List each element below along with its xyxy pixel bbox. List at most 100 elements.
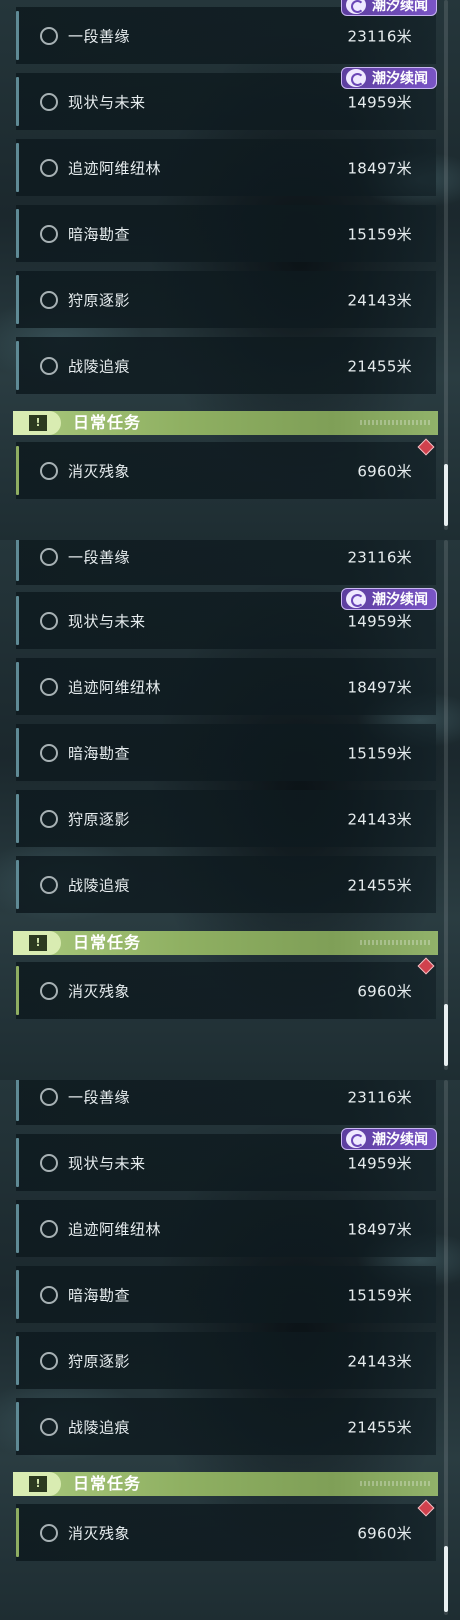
radio-icon[interactable]: [40, 547, 58, 566]
quest-name: 一段善缘: [68, 548, 131, 566]
quest-list-panel-1: 一段善缘 23116米 潮汐续闻 现状与未来 14959米 潮汐续闻 追迹阿维纽…: [0, 0, 460, 540]
quest-row-4[interactable]: 暗海勘查 15159米: [16, 205, 436, 262]
quest-name: 追迹阿维纽林: [68, 678, 162, 696]
section-title: 日常任务: [73, 413, 142, 432]
quest-row-3[interactable]: 追迹阿维纽林 18497米: [16, 658, 436, 715]
quest-distance: 18497米: [347, 159, 412, 177]
quest-distance: 21455米: [347, 1418, 412, 1436]
daily-quest-row[interactable]: 消灭残象 6960米: [16, 442, 436, 499]
quest-name: 追迹阿维纽林: [68, 1220, 162, 1238]
quest-name: 现状与未来: [68, 93, 146, 111]
radio-icon[interactable]: [40, 224, 58, 243]
radio-icon[interactable]: [40, 677, 58, 696]
quest-name: 消灭残象: [68, 1524, 131, 1542]
quest-distance: 23116米: [347, 27, 412, 45]
quest-row-1[interactable]: 一段善缘 23116米: [16, 540, 436, 585]
quest-name: 消灭残象: [68, 462, 131, 480]
radio-icon[interactable]: [40, 611, 58, 630]
quest-distance: 14959米: [347, 1154, 412, 1172]
radio-icon[interactable]: [40, 1219, 58, 1238]
radio-icon[interactable]: [40, 809, 58, 828]
daily-quest-header[interactable]: ! 日常任务: [13, 1472, 438, 1496]
quest-distance: 24143米: [347, 810, 412, 828]
radio-icon[interactable]: [40, 1153, 58, 1172]
quest-name: 战陵追痕: [68, 876, 131, 894]
scrollbar-track[interactable]: [444, 1080, 448, 1615]
radio-icon[interactable]: [40, 290, 58, 309]
quest-row-3[interactable]: 追迹阿维纽林 18497米: [16, 1200, 436, 1257]
daily-quest-row[interactable]: 消灭残象 6960米: [16, 962, 436, 1019]
quest-distance: 21455米: [347, 357, 412, 375]
tide-event-badge: 潮汐续闻: [341, 588, 437, 610]
quest-name: 战陵追痕: [68, 1418, 131, 1436]
scrollbar-track[interactable]: [444, 540, 448, 1070]
section-decoration: [360, 940, 430, 945]
exclamation-icon: !: [29, 415, 47, 431]
section-decoration: [360, 1481, 430, 1486]
quest-name: 追迹阿维纽林: [68, 159, 162, 177]
radio-icon[interactable]: [40, 92, 58, 111]
quest-distance: 6960米: [357, 462, 412, 480]
quest-distance: 14959米: [347, 93, 412, 111]
radio-icon[interactable]: [40, 356, 58, 375]
section-decoration: [360, 420, 430, 425]
tide-event-icon: [346, 69, 366, 87]
quest-row-6[interactable]: 战陵追痕 21455米: [16, 337, 436, 394]
daily-quest-header[interactable]: ! 日常任务: [13, 411, 438, 435]
badge-label: 潮汐续闻: [372, 1132, 428, 1148]
quest-row-4[interactable]: 暗海勘查 15159米: [16, 1266, 436, 1323]
quest-row-4[interactable]: 暗海勘查 15159米: [16, 724, 436, 781]
daily-quest-row[interactable]: 消灭残象 6960米: [16, 1504, 436, 1561]
quest-row-5[interactable]: 狩原逐影 24143米: [16, 271, 436, 328]
quest-name: 消灭残象: [68, 982, 131, 1000]
quest-list-panel-2: 一段善缘 23116米 现状与未来 14959米 潮汐续闻 追迹阿维纽林 184…: [0, 540, 460, 1080]
quest-list-panel-3: 一段善缘 23116米 现状与未来 14959米 潮汐续闻 追迹阿维纽林 184…: [0, 1080, 460, 1620]
quest-row-6[interactable]: 战陵追痕 21455米: [16, 1398, 436, 1455]
quest-row-6[interactable]: 战陵追痕 21455米: [16, 856, 436, 913]
exclamation-icon: !: [29, 935, 47, 951]
radio-icon[interactable]: [40, 1351, 58, 1370]
radio-icon[interactable]: [40, 1523, 58, 1542]
quest-distance: 6960米: [357, 982, 412, 1000]
radio-icon[interactable]: [40, 1087, 58, 1106]
radio-icon[interactable]: [40, 1417, 58, 1436]
quest-distance: 18497米: [347, 678, 412, 696]
scrollbar-thumb[interactable]: [444, 464, 448, 526]
radio-icon[interactable]: [40, 875, 58, 894]
tide-event-icon: [346, 0, 366, 14]
quest-row-3[interactable]: 追迹阿维纽林 18497米: [16, 139, 436, 196]
quest-distance: 23116米: [347, 548, 412, 566]
quest-distance: 18497米: [347, 1220, 412, 1238]
scrollbar-thumb[interactable]: [444, 1004, 448, 1066]
quest-row-1[interactable]: 一段善缘 23116米: [16, 1080, 436, 1125]
tide-event-badge: 潮汐续闻: [341, 67, 437, 89]
quest-distance: 14959米: [347, 612, 412, 630]
tide-event-icon: [346, 1130, 366, 1148]
radio-icon[interactable]: [40, 26, 58, 45]
badge-label: 潮汐续闻: [372, 0, 428, 14]
scrollbar-track[interactable]: [444, 0, 448, 530]
quest-name: 狩原逐影: [68, 810, 131, 828]
quest-distance: 6960米: [357, 1524, 412, 1542]
scrollbar-thumb[interactable]: [444, 1546, 448, 1612]
quest-name: 一段善缘: [68, 27, 131, 45]
radio-icon[interactable]: [40, 981, 58, 1000]
daily-quest-header[interactable]: ! 日常任务: [13, 931, 438, 955]
quest-name: 暗海勘查: [68, 225, 131, 243]
radio-icon[interactable]: [40, 158, 58, 177]
tide-event-icon: [346, 590, 366, 608]
radio-icon[interactable]: [40, 1285, 58, 1304]
quest-name: 狩原逐影: [68, 1352, 131, 1370]
quest-distance: 24143米: [347, 1352, 412, 1370]
tide-event-badge: 潮汐续闻: [341, 1128, 437, 1150]
quest-row-5[interactable]: 狩原逐影 24143米: [16, 790, 436, 847]
radio-icon[interactable]: [40, 743, 58, 762]
section-title: 日常任务: [73, 1474, 142, 1493]
quest-row-5[interactable]: 狩原逐影 24143米: [16, 1332, 436, 1389]
tide-event-badge: 潮汐续闻: [341, 0, 437, 16]
quest-distance: 23116米: [347, 1088, 412, 1106]
quest-distance: 24143米: [347, 291, 412, 309]
quest-distance: 15159米: [347, 1286, 412, 1304]
radio-icon[interactable]: [40, 461, 58, 480]
quest-distance: 15159米: [347, 744, 412, 762]
